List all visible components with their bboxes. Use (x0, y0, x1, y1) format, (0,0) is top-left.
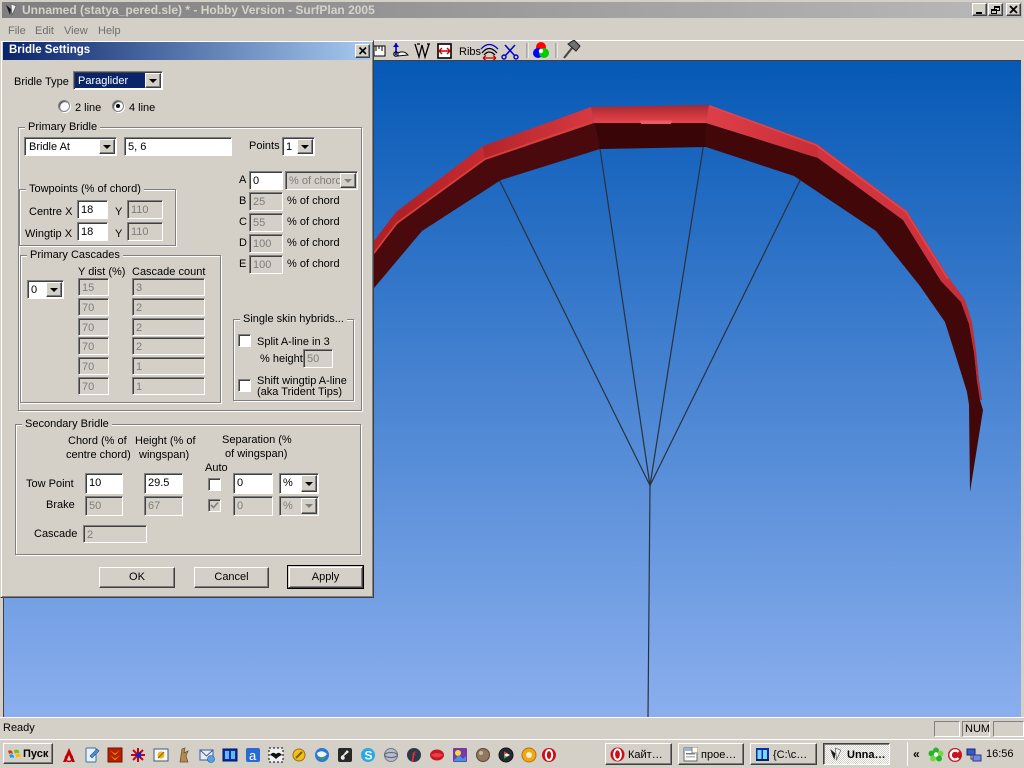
svg-text:Ribs: Ribs (459, 46, 482, 58)
svg-text:S: S (365, 749, 373, 763)
svg-text:a: a (249, 748, 257, 763)
